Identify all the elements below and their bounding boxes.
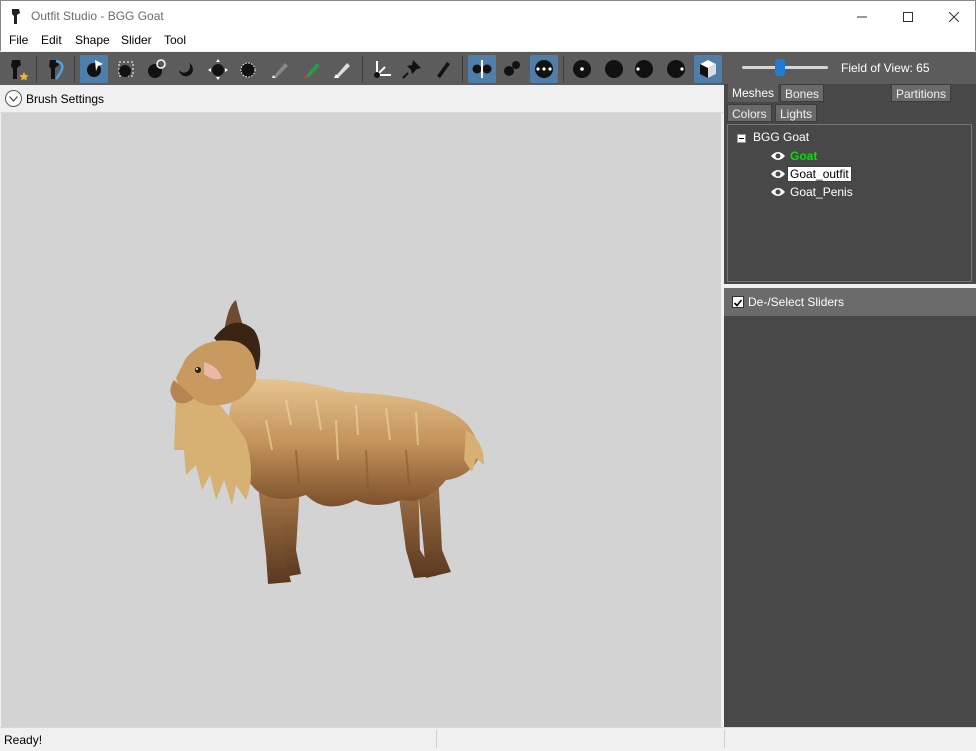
- tab-colors[interactable]: Colors: [727, 104, 772, 122]
- transform-icon: [374, 61, 391, 78]
- chevron-down-icon: [9, 95, 18, 102]
- wireframe-button[interactable]: [600, 55, 628, 83]
- mesh-label: Goat_outfit: [787, 166, 852, 182]
- x-mirror-button[interactable]: [468, 55, 496, 83]
- 3d-viewport[interactable]: [1, 113, 721, 727]
- smooth-brush-icon: [240, 62, 256, 78]
- menu-edit[interactable]: Edit: [41, 33, 62, 47]
- alpha-brush-icon: [334, 63, 350, 78]
- tab-bones[interactable]: Bones: [780, 84, 825, 102]
- select-sliders-label: De-/Select Sliders: [748, 295, 845, 309]
- window-title: Outfit Studio - BGG Goat: [31, 9, 164, 23]
- mask-brush-button[interactable]: [112, 55, 140, 83]
- tab-partitions[interactable]: Partitions: [891, 84, 952, 102]
- global-brush-button[interactable]: [530, 55, 558, 83]
- menu-bar: File Edit Shape Slider Tool: [0, 31, 976, 51]
- texture-button[interactable]: [662, 55, 690, 83]
- title-bar: Outfit Studio - BGG Goat: [0, 0, 976, 31]
- fov-label: Field of View: 65: [841, 61, 930, 75]
- undiff-brush-button[interactable]: [266, 55, 294, 83]
- close-icon: [949, 11, 959, 22]
- mesh-label: Goat: [790, 149, 818, 163]
- pivot-icon: [402, 60, 421, 79]
- mesh-label: Goat_Penis: [790, 185, 853, 199]
- connected-only-button[interactable]: [498, 55, 526, 83]
- load-reference-icon: [49, 59, 64, 80]
- color-brush-icon: [304, 63, 320, 78]
- select-brush-button[interactable]: [80, 55, 108, 83]
- mesh-tree: BGG Goat Goat Goat_outfit Goat_Penis: [727, 124, 972, 282]
- brush-settings-label: Brush Settings: [26, 92, 105, 106]
- eye-icon[interactable]: [770, 186, 786, 198]
- connected-only-icon: [504, 61, 520, 76]
- tab-meshes[interactable]: Meshes: [728, 84, 779, 102]
- inflate-brush-icon: [148, 59, 166, 78]
- transform-button[interactable]: [368, 55, 396, 83]
- close-button[interactable]: [931, 1, 976, 32]
- deflate-brush-button[interactable]: [172, 55, 200, 83]
- color-brush-button[interactable]: [298, 55, 326, 83]
- mask-brush-icon: [118, 61, 134, 77]
- slider-header: De-/Select Sliders: [724, 288, 976, 316]
- menu-slider[interactable]: Slider: [121, 33, 152, 47]
- undiff-brush-icon: [272, 63, 288, 78]
- fov-slider-track[interactable]: [742, 66, 828, 69]
- menu-tool[interactable]: Tool: [164, 33, 186, 47]
- select-sliders-checkbox[interactable]: [732, 296, 744, 308]
- camera-controls: Field of View: 65: [724, 52, 976, 84]
- global-brush-icon: [535, 60, 553, 78]
- goat-model: [170, 300, 484, 584]
- vertex-view-button[interactable]: [568, 55, 596, 83]
- fov-slider-thumb[interactable]: [775, 59, 785, 76]
- tree-root-label[interactable]: BGG Goat: [753, 130, 809, 144]
- new-project-icon: [11, 60, 29, 81]
- eye-icon[interactable]: [770, 150, 786, 162]
- x-mirror-icon: [472, 60, 492, 78]
- right-panel: Meshes Bones Partitions Colors Lights BG…: [724, 84, 976, 727]
- status-text: Ready!: [4, 733, 43, 747]
- load-reference-button[interactable]: [42, 55, 70, 83]
- maximize-button[interactable]: [885, 1, 931, 32]
- move-brush-icon: [208, 59, 228, 80]
- new-project-button[interactable]: [4, 55, 32, 83]
- cube-icon: [700, 60, 716, 78]
- brush-settings-bar: Brush Settings: [0, 85, 724, 113]
- checkmark-icon: [733, 299, 743, 307]
- minimize-icon: [857, 16, 867, 17]
- maximize-icon: [903, 11, 913, 22]
- lighting-button[interactable]: [630, 55, 658, 83]
- collapse-toggle[interactable]: [737, 134, 746, 143]
- pivot-button[interactable]: [398, 55, 426, 83]
- menu-shape[interactable]: Shape: [75, 33, 110, 47]
- inflate-brush-button[interactable]: [142, 55, 170, 83]
- status-bar: Ready!: [0, 727, 976, 751]
- alpha-brush-button[interactable]: [328, 55, 356, 83]
- collision-brush-button[interactable]: [428, 55, 456, 83]
- outfit-studio-logo-icon: [12, 9, 20, 24]
- lighting-icon: [635, 60, 653, 78]
- mask-view-button[interactable]: [694, 55, 722, 83]
- tab-lights[interactable]: Lights: [775, 104, 818, 122]
- vertex-view-icon: [573, 60, 591, 78]
- brush-settings-toggle[interactable]: [5, 90, 22, 107]
- select-brush-icon: [87, 60, 103, 77]
- collision-brush-icon: [437, 62, 450, 78]
- eye-icon[interactable]: [770, 168, 786, 180]
- main-toolbar: [0, 52, 724, 85]
- texture-icon: [667, 60, 685, 78]
- smooth-brush-button[interactable]: [234, 55, 262, 83]
- minimize-button[interactable]: [839, 1, 885, 32]
- menu-file[interactable]: File: [9, 33, 28, 47]
- move-brush-button[interactable]: [204, 55, 232, 83]
- wireframe-icon: [605, 60, 623, 78]
- deflate-brush-icon: [179, 63, 193, 77]
